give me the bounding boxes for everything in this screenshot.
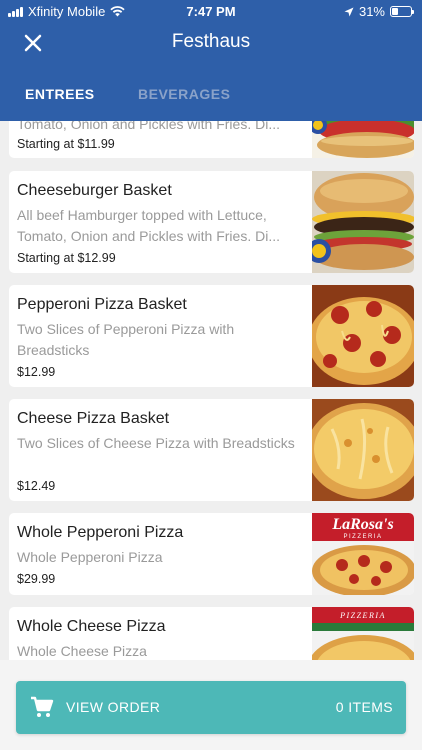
tab-beverages[interactable]: BEVERAGES	[138, 86, 230, 102]
pepperoni-pizza-image	[312, 285, 414, 387]
status-bar: Xfinity Mobile 7:47 PM 31%	[0, 0, 422, 24]
menu-item-price: $12.49	[17, 479, 56, 493]
menu-list[interactable]: Tomato, Onion and Pickles with Fries. Di…	[0, 121, 422, 750]
view-order-button[interactable]: VIEW ORDER 0 ITEMS	[16, 681, 406, 734]
menu-item-price: Starting at $12.99	[17, 251, 116, 265]
larosas-logo-text: LaRosa's	[331, 516, 393, 533]
cheeseburger-image	[312, 171, 414, 273]
menu-item-price: $29.99	[17, 572, 56, 586]
menu-item-price: Starting at $11.99	[17, 137, 115, 151]
tab-entrees[interactable]: ENTREES	[25, 86, 95, 102]
menu-item-description: Whole Cheese Pizza	[17, 643, 147, 659]
hamburger-image	[312, 121, 414, 158]
cart-icon	[31, 696, 54, 717]
location-arrow-icon	[344, 7, 354, 16]
menu-item-name: Whole Pepperoni Pizza	[17, 524, 184, 541]
menu-item-name: Cheeseburger Basket	[17, 182, 172, 199]
pizzeria-logo-text: PIZZERIA	[339, 611, 386, 620]
menu-item-hamburger-basket[interactable]: Tomato, Onion and Pickles with Fries. Di…	[9, 121, 414, 158]
menu-item-name: Cheese Pizza Basket	[17, 410, 170, 427]
menu-item-cheeseburger-basket[interactable]: Cheeseburger Basket All beef Hamburger t…	[9, 171, 414, 273]
page-title: Festhaus	[171, 31, 251, 52]
menu-item-description: Whole Pepperoni Pizza	[17, 549, 163, 565]
battery-percent: 31%	[358, 4, 385, 19]
menu-item-description: Two Slices of Cheese Pizza with Breadsti…	[17, 435, 295, 451]
battery-icon	[390, 6, 414, 17]
menu-item-whole-pepperoni-pizza[interactable]: Whole Pepperoni Pizza Whole Pepperoni Pi…	[9, 513, 414, 595]
menu-item-name: Whole Cheese Pizza	[17, 618, 166, 635]
menu-item-description: Tomato, Onion and Pickles with Fries. Di…	[17, 121, 280, 132]
menu-item-pepperoni-pizza-basket[interactable]: Pepperoni Pizza Basket Two Slices of Pep…	[9, 285, 414, 387]
order-items-count: 0 ITEMS	[335, 699, 393, 715]
app-header: Xfinity Mobile 7:47 PM 31% Festhaus ENTR…	[0, 0, 422, 121]
larosas-pepperoni-pizza-image: LaRosa's PIZZERIA	[312, 513, 414, 595]
menu-item-description: All beef Hamburger topped with Lettuce, …	[17, 207, 280, 244]
menu-item-price: $12.99	[17, 365, 56, 379]
larosas-logo-subtext: PIZZERIA	[343, 534, 382, 540]
menu-item-name: Pepperoni Pizza Basket	[17, 296, 187, 313]
cheese-pizza-image	[312, 399, 414, 501]
battery-level	[392, 8, 398, 15]
menu-item-description: Two Slices of Pepperoni Pizza with Bread…	[17, 321, 235, 358]
view-order-label: VIEW ORDER	[66, 699, 161, 715]
menu-item-cheese-pizza-basket[interactable]: Cheese Pizza Basket Two Slices of Cheese…	[9, 399, 414, 501]
